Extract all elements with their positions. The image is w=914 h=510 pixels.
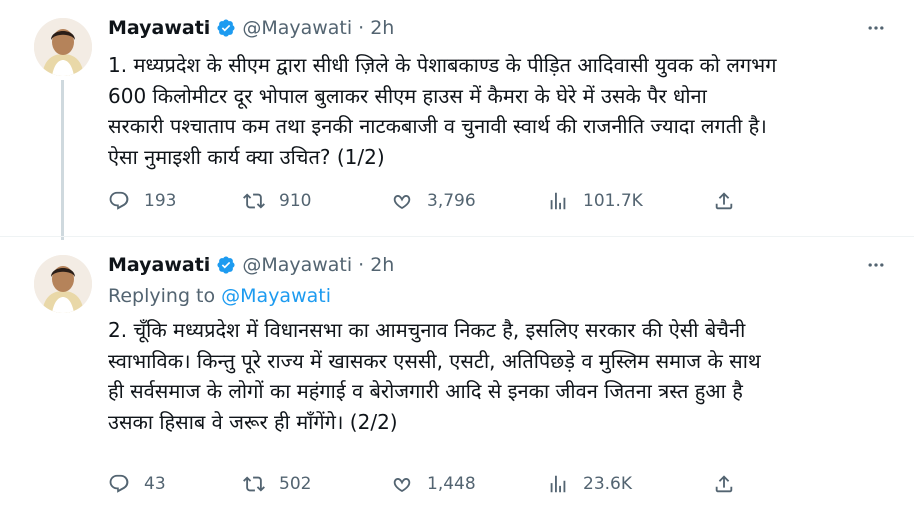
author-name[interactable]: Mayawati <box>108 17 210 39</box>
like-count: 3,796 <box>427 191 476 211</box>
reply-count: 43 <box>144 474 166 494</box>
replying-to-handle-link[interactable]: @Mayawati <box>221 285 331 307</box>
tweet-1[interactable]: Mayawati @Mayawati · 2h 1. मध्यप्रदेश के… <box>0 0 914 240</box>
tweet-text: 2. चूँकि मध्यप्रदेश में विधानसभा का आमचु… <box>108 318 761 434</box>
views-button[interactable]: 23.6K <box>547 473 713 495</box>
like-button[interactable]: 1,448 <box>391 473 547 495</box>
timestamp[interactable]: 2h <box>370 254 394 276</box>
author-name[interactable]: Mayawati <box>108 254 210 276</box>
views-icon <box>550 192 566 210</box>
reply-button[interactable]: 193 <box>108 190 243 212</box>
share-button[interactable] <box>713 190 735 212</box>
avatar-portrait-icon <box>34 255 92 313</box>
replying-to-prefix: Replying to <box>108 285 222 307</box>
author-handle[interactable]: @Mayawati <box>242 254 352 276</box>
reply-count: 193 <box>144 191 177 211</box>
retweet-button[interactable]: 502 <box>243 473 391 495</box>
author-handle[interactable]: @Mayawati <box>242 17 352 39</box>
tweet-2[interactable]: Mayawati @Mayawati · 2h Replying to @May… <box>0 236 914 510</box>
tweet-text: 1. मध्यप्रदेश के सीएम द्वारा सीधी ज़िले … <box>108 53 777 169</box>
more-icon[interactable] <box>862 251 890 279</box>
reply-icon <box>109 474 129 493</box>
retweet-icon <box>243 476 265 492</box>
tweet-header: Mayawati @Mayawati · 2h <box>108 251 890 279</box>
share-icon <box>715 192 733 210</box>
thread-line <box>61 80 64 240</box>
separator-dot: · <box>358 17 365 39</box>
avatar-portrait-icon <box>34 18 92 76</box>
separator-dot: · <box>358 254 365 276</box>
avatar[interactable] <box>34 255 92 313</box>
verified-badge-icon <box>217 19 235 37</box>
replying-to: Replying to @Mayawati <box>108 285 890 311</box>
tweet-actions: 43 502 1,448 23.6K <box>108 473 735 495</box>
like-icon <box>393 478 411 493</box>
share-icon <box>715 475 733 493</box>
tweet-content: Mayawati @Mayawati · 2h 1. मध्यप्रदेश के… <box>108 14 890 211</box>
views-count: 23.6K <box>583 474 632 494</box>
views-button[interactable]: 101.7K <box>547 190 713 212</box>
reply-button[interactable]: 43 <box>108 473 243 495</box>
retweet-count: 502 <box>279 474 312 494</box>
share-button[interactable] <box>713 473 735 495</box>
reply-icon <box>109 191 129 210</box>
verified-badge-icon <box>217 256 235 274</box>
tweet-header: Mayawati @Mayawati · 2h <box>108 14 890 42</box>
views-count: 101.7K <box>583 191 643 211</box>
avatar[interactable] <box>34 18 92 76</box>
like-count: 1,448 <box>427 474 476 494</box>
like-button[interactable]: 3,796 <box>391 190 547 212</box>
tweet-content: Mayawati @Mayawati · 2h Replying to @May… <box>108 251 890 494</box>
retweet-button[interactable]: 910 <box>243 190 391 212</box>
like-icon <box>393 195 411 210</box>
retweet-icon <box>243 193 265 209</box>
more-icon[interactable] <box>862 14 890 42</box>
views-icon <box>550 475 566 493</box>
tweet-actions: 193 910 3,796 101.7K <box>108 190 735 212</box>
retweet-count: 910 <box>279 191 312 211</box>
timestamp[interactable]: 2h <box>370 17 394 39</box>
